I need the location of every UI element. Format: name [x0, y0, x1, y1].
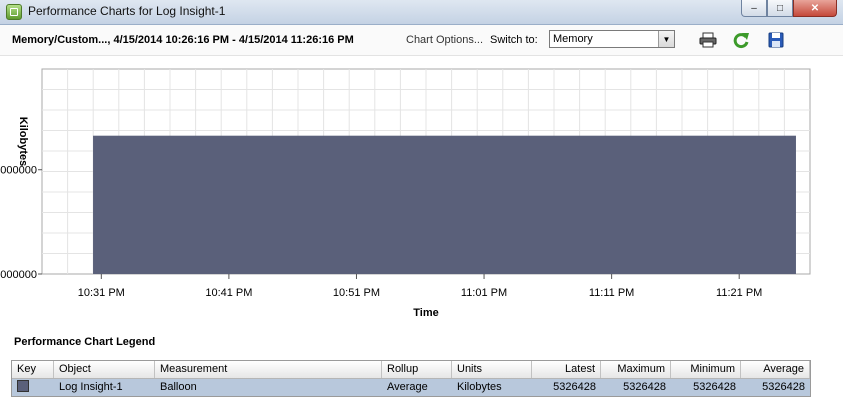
legend-title: Performance Chart Legend: [14, 336, 156, 348]
key-cell: [12, 379, 54, 396]
col-units-header[interactable]: Units: [452, 361, 532, 378]
y-tick-label: 4000000: [0, 269, 37, 281]
x-tick-label: 11:21 PM: [716, 287, 762, 299]
window-title: Performance Charts for Log Insight-1: [28, 4, 226, 18]
chevron-down-icon[interactable]: ▼: [658, 31, 674, 47]
table-row[interactable]: Log Insight-1 Balloon Average Kilobytes …: [12, 379, 810, 396]
x-tick-label: 11:01 PM: [461, 287, 507, 299]
save-button[interactable]: [766, 30, 786, 50]
minimum-cell: 5326428: [693, 381, 736, 393]
print-icon: [699, 32, 717, 48]
app-icon: [6, 4, 22, 20]
col-key-header[interactable]: Key: [12, 361, 54, 378]
average-cell: 5326428: [762, 381, 805, 393]
legend-table: Key Object Measurement Rollup Units Late…: [11, 360, 811, 397]
x-tick-label: 10:51 PM: [333, 287, 380, 299]
maximum-cell: 5326428: [623, 381, 666, 393]
col-object-header[interactable]: Object: [54, 361, 155, 378]
switch-to-select[interactable]: Memory ▼: [549, 30, 675, 48]
rollup-cell: Average: [387, 381, 428, 393]
col-maximum-header[interactable]: Maximum: [601, 361, 671, 378]
col-rollup-header[interactable]: Rollup: [382, 361, 452, 378]
minimize-button[interactable]: –: [741, 0, 767, 17]
y-axis-label: Kilobytes: [17, 117, 29, 167]
refresh-icon: [733, 33, 749, 49]
latest-cell: 5326428: [553, 381, 596, 393]
legend-header-row: Key Object Measurement Rollup Units Late…: [12, 361, 810, 379]
save-icon: [768, 32, 784, 48]
x-tick-label: 11:11 PM: [589, 287, 634, 299]
x-tick-label: 10:31 PM: [78, 287, 125, 299]
col-average-header[interactable]: Average: [741, 361, 810, 378]
units-cell: Kilobytes: [457, 381, 502, 393]
performance-chart: 10:31 PM 10:41 PM 10:51 PM 11:01 PM 11:11 PM…: [0, 68, 811, 319]
chart-heading: Memory/Custom..., 4/15/2014 10:26:16 PM …: [12, 34, 354, 46]
switch-to-label: Switch to:: [490, 34, 538, 46]
object-cell: Log Insight-1: [59, 381, 123, 393]
maximize-button[interactable]: □: [767, 0, 793, 17]
chart-area: 10:31 PM 10:41 PM 10:51 PM 11:01 PM 11:11 PM…: [0, 56, 843, 328]
chart-toolbar: Memory/Custom..., 4/15/2014 10:26:16 PM …: [0, 25, 843, 56]
window-controls: – □ ✕: [741, 0, 837, 18]
close-button[interactable]: ✕: [793, 0, 837, 17]
y-tick-label: 5000000: [0, 165, 37, 177]
x-tick-label: 10:41 PM: [205, 287, 252, 299]
series-color-swatch: [17, 380, 29, 393]
series-area-balloon: [93, 135, 796, 274]
chart-options-link[interactable]: Chart Options...: [406, 34, 483, 46]
col-latest-header[interactable]: Latest: [532, 361, 601, 378]
col-measurement-header[interactable]: Measurement: [155, 361, 382, 378]
refresh-button[interactable]: [731, 30, 751, 50]
measurement-cell: Balloon: [160, 381, 197, 393]
switch-to-value: Memory: [553, 33, 593, 45]
col-minimum-header[interactable]: Minimum: [671, 361, 741, 378]
window-titlebar: Performance Charts for Log Insight-1 – □…: [0, 0, 843, 25]
x-axis-label: Time: [413, 307, 438, 319]
print-button[interactable]: [698, 30, 718, 50]
